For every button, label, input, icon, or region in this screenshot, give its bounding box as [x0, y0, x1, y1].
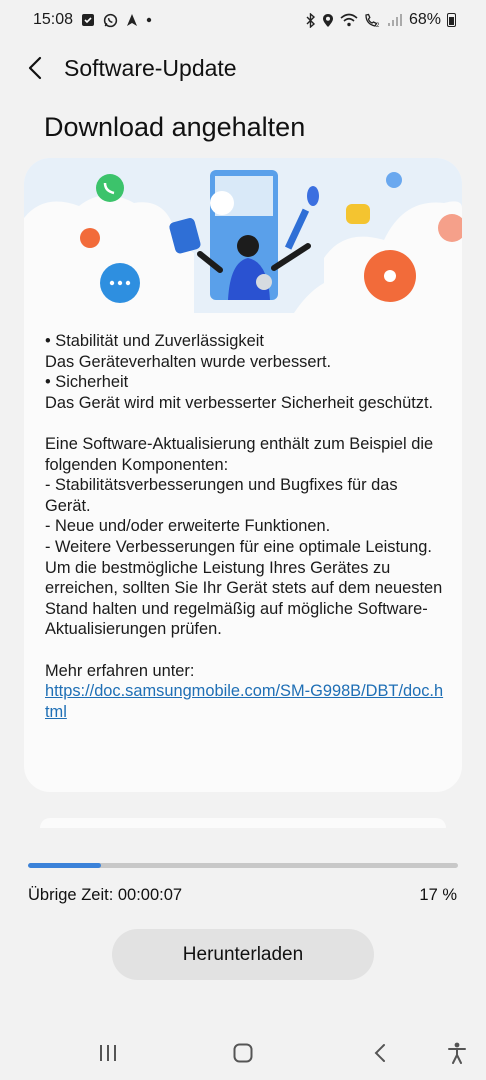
home-button[interactable]	[227, 1039, 259, 1067]
calendar-check-icon	[82, 14, 95, 26]
location-icon	[322, 13, 333, 27]
text-line: - Stabilitätsverbesserungen und Bugfixes…	[45, 476, 398, 515]
status-bar-left: 15:08	[33, 11, 152, 29]
battery-icon	[447, 13, 456, 27]
app-header: Software-Update	[0, 40, 486, 96]
status-bar-right: 2 68%	[306, 11, 456, 29]
download-progress-fill	[28, 863, 102, 868]
text-line: - Neue und/oder erweiterte Funktionen.	[45, 517, 331, 536]
dot-icon	[146, 17, 152, 23]
navigation-icon	[127, 14, 138, 26]
recents-button[interactable]	[92, 1039, 124, 1067]
header-title: Software-Update	[64, 54, 237, 81]
bluetooth-icon	[306, 12, 315, 28]
update-illustration	[24, 158, 462, 313]
nav-back-button[interactable]	[364, 1039, 396, 1067]
accessibility-icon	[448, 1042, 466, 1064]
text-line: • Sicherheit	[45, 373, 129, 392]
status-bar: 15:08 2 68%	[0, 0, 486, 40]
more-info-link[interactable]: https://doc.samsungmobile.com/SM-G998B/D…	[45, 681, 445, 722]
more-info-label: Mehr erfahren unter:	[45, 661, 195, 680]
signal-icon	[387, 14, 402, 26]
svg-text:2: 2	[376, 23, 380, 28]
text-line: Eine Software-Aktualisierung enthält zum…	[45, 434, 434, 474]
text-line: Das Gerät wird mit verbesserter Sicherhe…	[45, 393, 434, 412]
wifi-icon	[340, 13, 358, 27]
back-icon	[374, 1044, 385, 1062]
text-line: Um die bestmögliche Leistung Ihres Gerät…	[45, 558, 443, 639]
navigation-bar	[0, 1025, 486, 1080]
home-icon	[233, 1043, 253, 1063]
text-line: • Stabilität und Zuverlässigkeit	[45, 332, 264, 350]
changelog-section: • Stabilität und Zuverlässigkeit Das Ger…	[45, 331, 445, 413]
recents-icon	[100, 1045, 116, 1061]
status-time: 15:08	[33, 11, 74, 28]
second-card-edge	[40, 818, 446, 828]
text-line: - Weitere Verbesserungen für eine optima…	[45, 537, 432, 556]
whatsapp-icon	[103, 13, 118, 27]
remaining-time: Übrige Zeit: 00:00:07	[28, 886, 183, 904]
download-progress-bar	[28, 863, 458, 868]
back-button[interactable]	[20, 48, 50, 88]
progress-percent: 17 %	[419, 886, 457, 904]
call-icon: 2	[365, 13, 380, 28]
components-section: Eine Software-Aktualisierung enthält zum…	[45, 434, 445, 640]
download-button[interactable]: Herunterladen	[112, 929, 374, 980]
accessibility-button[interactable]	[441, 1039, 473, 1067]
page-title: Download angehalten	[44, 112, 306, 142]
battery-percent: 68%	[408, 11, 441, 28]
update-description: • Stabilität und Zuverlässigkeit Das Ger…	[45, 331, 445, 722]
update-info-card: • Stabilität und Zuverlässigkeit Das Ger…	[24, 158, 462, 792]
text-line: Das Geräteverhalten wurde verbessert.	[45, 352, 332, 371]
chevron-left-icon	[28, 56, 42, 80]
